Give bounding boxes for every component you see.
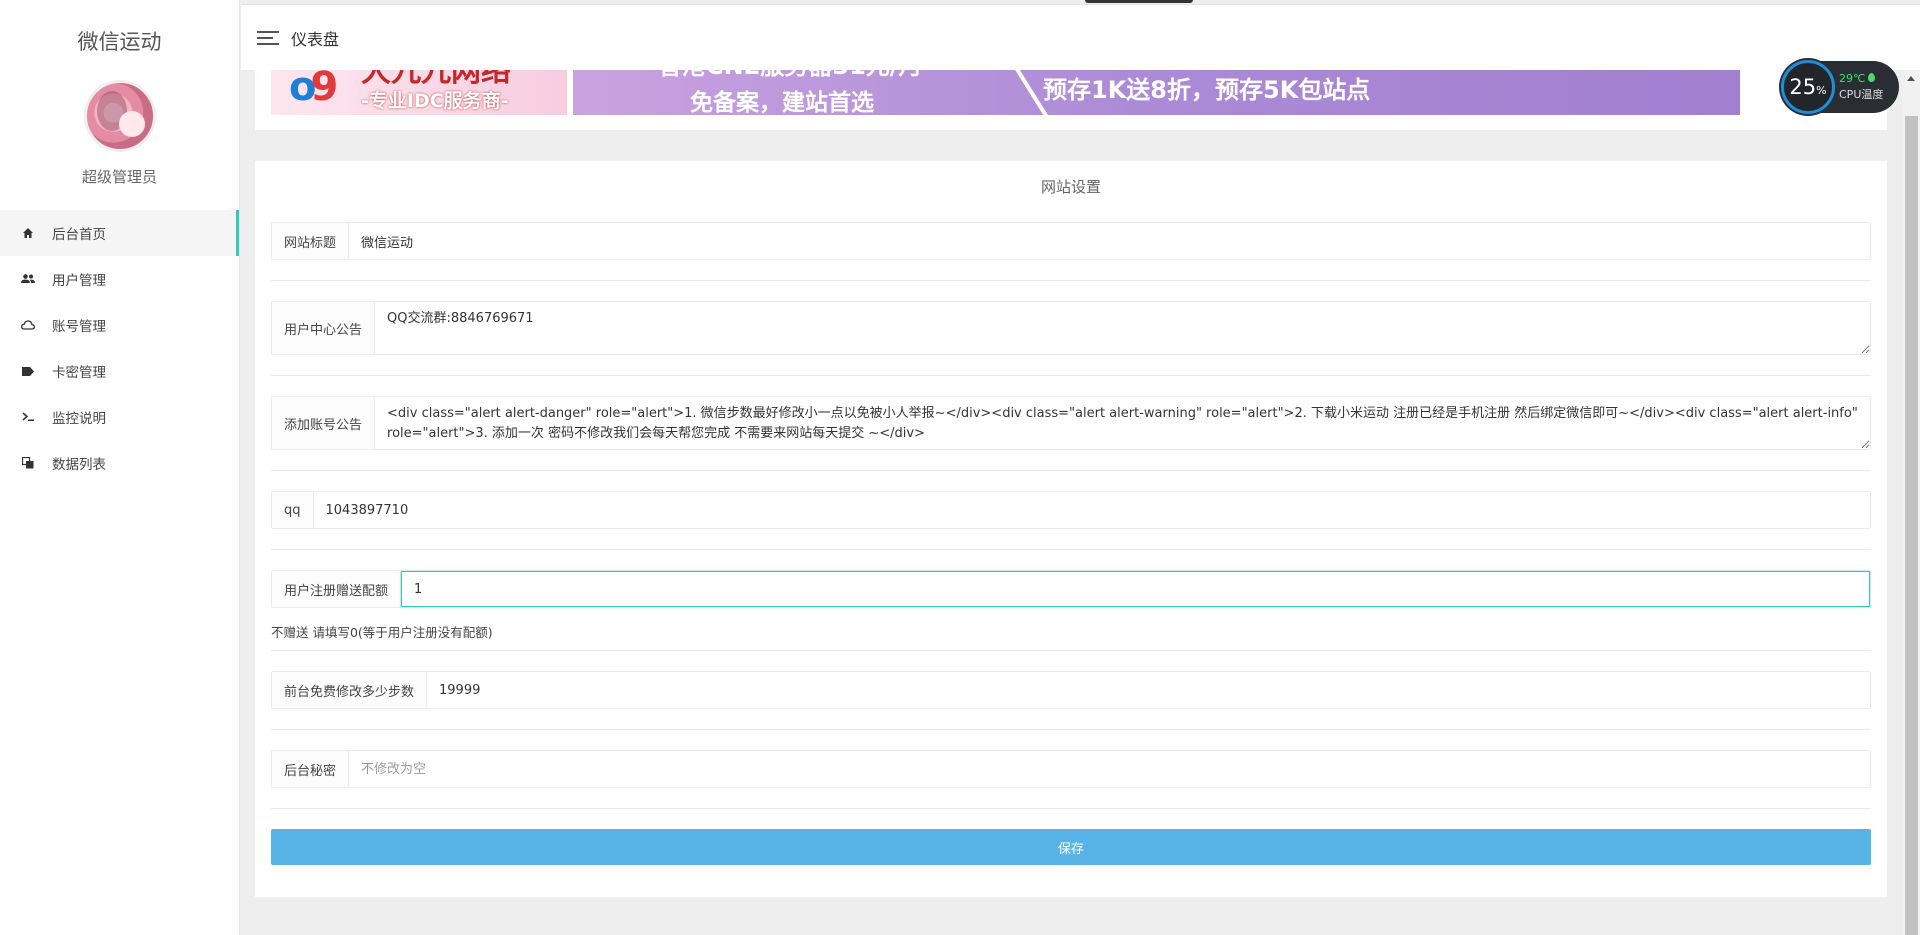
admin-secret-input[interactable] bbox=[349, 751, 1870, 787]
cpu-temp-value: 29℃ bbox=[1839, 72, 1866, 85]
divider bbox=[271, 549, 1871, 550]
cpu-usage-value: 25 bbox=[1789, 75, 1817, 99]
cpu-info: 29℃ CPU温度 bbox=[1839, 71, 1883, 103]
qq-label: qq bbox=[272, 492, 314, 528]
free-steps-input[interactable] bbox=[427, 672, 1870, 708]
divider bbox=[271, 280, 1871, 281]
cpu-temp-label: CPU温度 bbox=[1839, 88, 1884, 101]
site-title-input[interactable] bbox=[349, 223, 1870, 259]
banner-area: o9 大九九网络 -专业IDC服务商- 香港CN2服务器31元/月 免备案，建站… bbox=[255, 60, 1887, 130]
scrollbar-thumb[interactable] bbox=[1905, 116, 1918, 935]
copy-icon bbox=[20, 455, 36, 471]
divider bbox=[271, 729, 1871, 730]
user-role: 超级管理员 bbox=[81, 168, 157, 186]
cpu-widget[interactable]: 25 % 29℃ CPU温度 bbox=[1781, 60, 1899, 114]
cloud-icon bbox=[20, 317, 36, 333]
page-scrollbar[interactable] bbox=[1903, 70, 1920, 935]
terminal-icon bbox=[20, 409, 36, 425]
save-button[interactable]: 保存 bbox=[271, 829, 1871, 865]
window-notch bbox=[1085, 0, 1193, 3]
sidebar-nav: 后台首页 用户管理 账号管理 卡密管理 监控说明 数据列表 bbox=[0, 210, 239, 486]
sidebar-item-label: 数据列表 bbox=[52, 457, 106, 473]
site-title-label: 网站标题 bbox=[272, 223, 350, 259]
ad1-slogan: -专业IDC服务商- bbox=[361, 90, 509, 112]
free-steps-group: 前台免费修改多少步数 bbox=[271, 671, 1871, 709]
admin-secret-label: 后台秘密 bbox=[272, 751, 350, 787]
tag-icon bbox=[20, 363, 36, 379]
sidebar-item-label: 后台首页 bbox=[52, 227, 106, 243]
free-steps-label: 前台免费修改多少步数 bbox=[272, 672, 428, 708]
sidebar-item-monitor[interactable]: 监控说明 bbox=[0, 394, 239, 440]
brand-title: 微信运动 bbox=[77, 30, 162, 54]
divider bbox=[271, 808, 1871, 809]
divider bbox=[271, 470, 1871, 471]
sidebar: 微信运动 超级管理员 后台首页 用户管理 账号管理 卡密管理 监控说明 数据列表 bbox=[0, 0, 240, 935]
drop-icon bbox=[1868, 73, 1876, 82]
add-account-notice-textarea[interactable]: <div class="alert alert-danger" role="al… bbox=[375, 397, 1870, 449]
divider bbox=[271, 375, 1871, 376]
home-icon bbox=[20, 225, 36, 241]
ad2-line2: 免备案，建站首选 bbox=[690, 90, 874, 115]
divider bbox=[271, 650, 1871, 651]
sidebar-item-home[interactable]: 后台首页 bbox=[0, 210, 239, 256]
scroll-up-arrow-icon[interactable] bbox=[1907, 76, 1915, 81]
register-quota-help: 不赠送 请填写0(等于用户注册没有配额) bbox=[271, 625, 493, 640]
admin-secret-group: 后台秘密 bbox=[271, 750, 1871, 788]
menu-toggle-icon[interactable] bbox=[257, 30, 279, 45]
sidebar-item-label: 卡密管理 bbox=[52, 365, 106, 381]
cpu-usage-unit: % bbox=[1816, 83, 1827, 97]
card-title: 网站设置 bbox=[1040, 178, 1101, 196]
site-title-group: 网站标题 bbox=[271, 222, 1871, 260]
sidebar-item-data[interactable]: 数据列表 bbox=[0, 440, 239, 486]
avatar[interactable] bbox=[83, 80, 156, 152]
sidebar-item-label: 用户管理 bbox=[52, 273, 106, 289]
sidebar-item-users[interactable]: 用户管理 bbox=[0, 256, 239, 302]
user-notice-textarea[interactable]: QQ交流群:8846769671 bbox=[375, 302, 1870, 354]
qq-group: qq bbox=[271, 491, 1871, 529]
add-account-notice-group: 添加账号公告 <div class="alert alert-danger" r… bbox=[271, 396, 1871, 450]
sidebar-item-label: 账号管理 bbox=[52, 319, 106, 335]
user-notice-label: 用户中心公告 bbox=[272, 302, 376, 354]
register-quota-label: 用户注册赠送配额 bbox=[272, 571, 402, 607]
register-quota-group: 用户注册赠送配额 bbox=[271, 570, 1871, 608]
idc-logo-icon: o9 bbox=[289, 64, 338, 110]
page-title: 仪表盘 bbox=[291, 29, 340, 49]
user-notice-group: 用户中心公告 QQ交流群:8846769671 bbox=[271, 301, 1871, 355]
sidebar-item-label: 监控说明 bbox=[52, 411, 106, 427]
users-icon bbox=[20, 271, 36, 287]
sidebar-item-cards[interactable]: 卡密管理 bbox=[0, 348, 239, 394]
qq-input[interactable] bbox=[313, 492, 1870, 528]
sidebar-item-accounts[interactable]: 账号管理 bbox=[0, 302, 239, 348]
add-account-notice-label: 添加账号公告 bbox=[272, 397, 376, 449]
topbar: 仪表盘 bbox=[241, 4, 1920, 70]
cpu-usage-dial: 25 % bbox=[1781, 60, 1835, 114]
register-quota-input[interactable] bbox=[401, 571, 1870, 607]
settings-card: 网站设置 网站标题 用户中心公告 QQ交流群:8846769671 添加账号公告… bbox=[255, 161, 1887, 897]
ad2-promo: 预存1K送8折，预存5K包站点 bbox=[1043, 76, 1371, 104]
